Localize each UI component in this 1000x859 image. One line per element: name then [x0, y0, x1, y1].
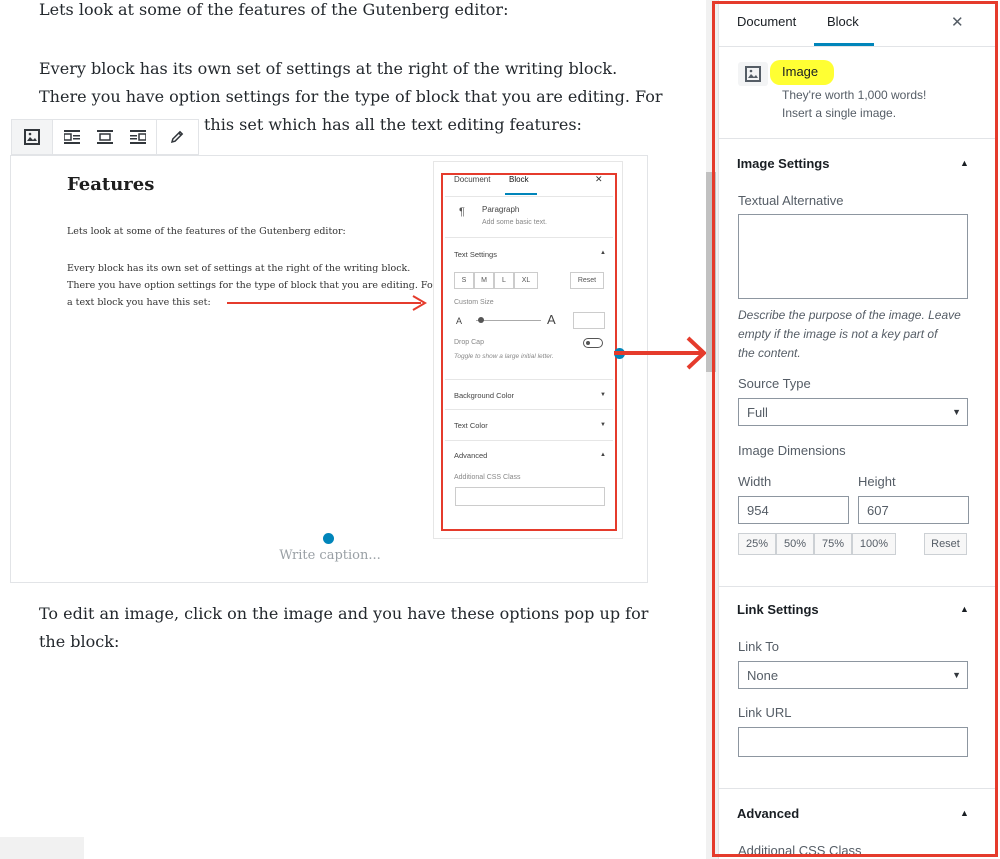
- embedded-annotation-frame: [441, 173, 617, 531]
- collapse-icon[interactable]: ▲: [960, 158, 969, 168]
- alt-help-text: Describe the purpose of the image. Leave…: [738, 306, 961, 363]
- advanced-toggle[interactable]: Advanced: [737, 806, 799, 821]
- source-type-label: Source Type: [738, 376, 811, 391]
- additional-css-label: Additional CSS Class: [738, 843, 862, 858]
- paragraph-settings-line2[interactable]: There you have option settings for the t…: [39, 83, 663, 111]
- caption-input[interactable]: Write caption...: [11, 548, 649, 563]
- scale-25-button[interactable]: 25%: [738, 533, 776, 555]
- embedded-text-line: Lets look at some of the features of the…: [67, 226, 346, 237]
- sidebar-scrollbar-thumb[interactable]: [706, 172, 716, 372]
- reset-button[interactable]: Reset: [924, 533, 967, 555]
- link-to-label: Link To: [738, 639, 779, 654]
- collapse-icon[interactable]: ▲: [960, 604, 969, 614]
- scale-75-button[interactable]: 75%: [814, 533, 852, 555]
- divider: [719, 788, 995, 789]
- divider: [719, 586, 995, 587]
- chevron-down-icon: ▼: [952, 407, 961, 417]
- align-left-icon[interactable]: [55, 120, 88, 154]
- block-toolbar: [11, 119, 199, 155]
- tab-block[interactable]: Block: [827, 14, 859, 29]
- sidebar-scrollbar-track[interactable]: [706, 0, 718, 859]
- alt-text-textarea[interactable]: [738, 214, 968, 299]
- resize-handle-bottom[interactable]: [323, 533, 334, 544]
- link-to-select[interactable]: None ▼: [738, 661, 968, 689]
- divider: [719, 138, 995, 139]
- height-value: 607: [867, 502, 889, 518]
- paragraph-settings-line3[interactable]: this set which has all the text editing …: [204, 111, 582, 139]
- link-url-input[interactable]: [738, 727, 968, 757]
- embedded-text-line: a text block you have this set:: [67, 297, 211, 308]
- width-input[interactable]: 954: [738, 496, 849, 524]
- paragraph-image-line1[interactable]: To edit an image, click on the image and…: [39, 600, 648, 628]
- block-description-line2: Insert a single image.: [782, 106, 897, 120]
- align-right-icon[interactable]: [121, 120, 154, 154]
- block-description-line1: They're worth 1,000 words!: [782, 88, 927, 102]
- toolbar-group-edit: [156, 120, 197, 154]
- height-input[interactable]: 607: [858, 496, 969, 524]
- image-icon: [745, 66, 761, 86]
- scale-100-button[interactable]: 100%: [852, 533, 896, 555]
- paragraph-intro[interactable]: Lets look at some of the features of the…: [39, 0, 508, 24]
- link-settings-toggle[interactable]: Link Settings: [737, 602, 819, 617]
- image-icon[interactable]: [14, 120, 50, 154]
- toolbar-group-align: [52, 120, 156, 154]
- paragraph-image-line2[interactable]: the block:: [39, 628, 119, 656]
- toolbar-group-type: [12, 120, 52, 154]
- align-center-icon[interactable]: [88, 120, 121, 154]
- pencil-icon[interactable]: [159, 120, 195, 154]
- image-settings-toggle[interactable]: Image Settings: [737, 156, 829, 171]
- chevron-down-icon: ▼: [952, 670, 961, 680]
- block-name: Image: [782, 64, 819, 79]
- alt-help-line: Describe the purpose of the image. Leave: [738, 308, 961, 322]
- divider: [719, 46, 995, 47]
- paragraph-settings-line1[interactable]: Every block has its own set of settings …: [39, 55, 617, 83]
- image-block[interactable]: Features Lets look at some of the featur…: [10, 155, 648, 583]
- embedded-heading: Features: [67, 174, 155, 195]
- annotation-arrow: [614, 336, 707, 370]
- link-to-value: None: [747, 667, 779, 683]
- image-dimensions-label: Image Dimensions: [738, 443, 846, 458]
- embedded-text-line: There you have option settings for the t…: [67, 280, 438, 291]
- source-type-value: Full: [747, 404, 768, 420]
- embedded-arrow: [227, 295, 427, 311]
- close-icon[interactable]: ✕: [951, 13, 964, 31]
- footer-strip: [0, 837, 84, 859]
- alt-help-line: the content.: [738, 346, 801, 360]
- width-label: Width: [738, 474, 772, 489]
- scale-50-button[interactable]: 50%: [776, 533, 814, 555]
- link-url-label: Link URL: [738, 705, 792, 720]
- collapse-icon[interactable]: ▲: [960, 808, 969, 818]
- width-value: 954: [747, 502, 769, 518]
- source-type-select[interactable]: Full ▼: [738, 398, 968, 426]
- tab-document[interactable]: Document: [737, 14, 796, 29]
- embedded-text-line: Every block has its own set of settings …: [67, 263, 411, 274]
- textual-alternative-label: Textual Alternative: [738, 193, 844, 208]
- height-label: Height: [858, 474, 896, 489]
- alt-help-line: empty if the image is not a key part of: [738, 327, 938, 341]
